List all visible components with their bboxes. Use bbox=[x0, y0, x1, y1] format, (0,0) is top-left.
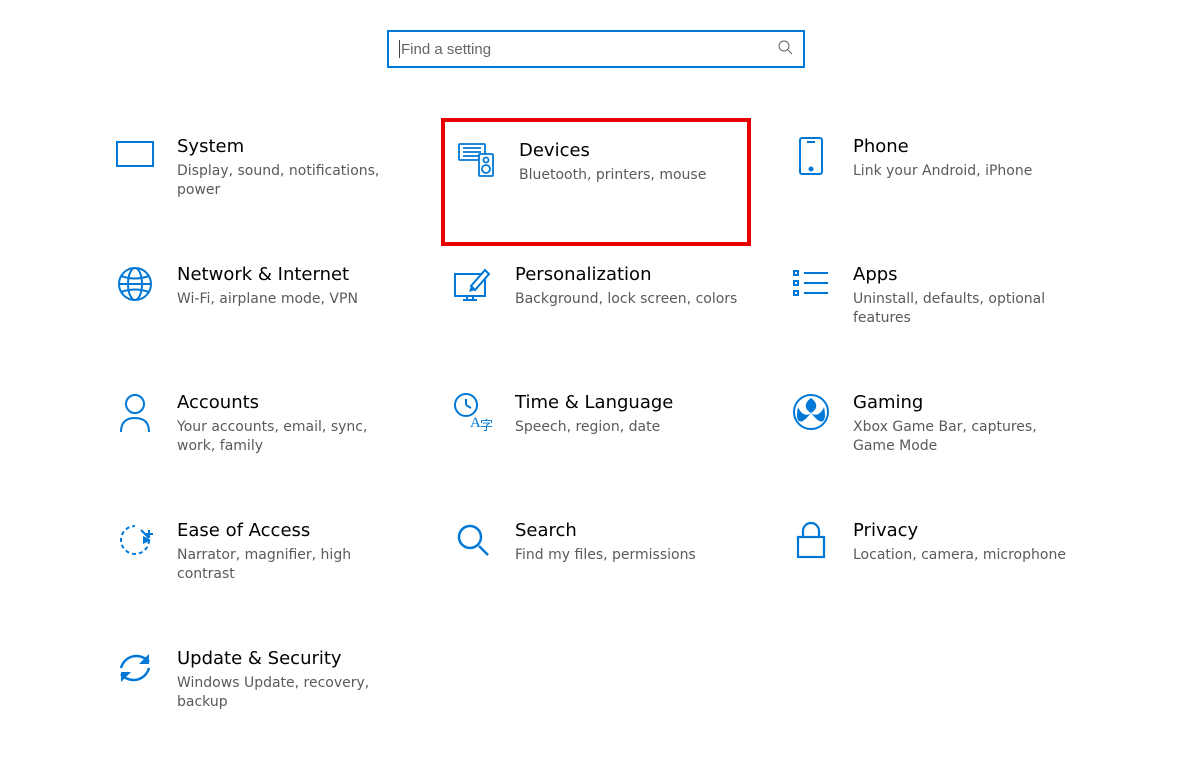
tile-desc: Link your Android, iPhone bbox=[853, 162, 1079, 181]
lock-icon bbox=[791, 520, 831, 560]
search-box[interactable] bbox=[387, 30, 805, 68]
tile-text: Time & Language Speech, region, date bbox=[515, 392, 741, 437]
tile-search[interactable]: Search Find my files, permissions bbox=[441, 502, 751, 630]
tile-title: Ease of Access bbox=[177, 520, 403, 542]
tile-text: Ease of Access Narrator, magnifier, high… bbox=[177, 520, 403, 584]
tile-text: Personalization Background, lock screen,… bbox=[515, 264, 741, 309]
tile-title: Apps bbox=[853, 264, 1079, 286]
tile-title: Search bbox=[515, 520, 741, 542]
tile-apps[interactable]: Apps Uninstall, defaults, optional featu… bbox=[779, 246, 1089, 374]
tile-title: Phone bbox=[853, 136, 1079, 158]
tile-ease[interactable]: Ease of Access Narrator, magnifier, high… bbox=[103, 502, 413, 630]
tile-title: Privacy bbox=[853, 520, 1079, 542]
tile-text: Phone Link your Android, iPhone bbox=[853, 136, 1079, 181]
tile-accounts[interactable]: Accounts Your accounts, email, sync, wor… bbox=[103, 374, 413, 502]
tile-desc: Display, sound, notifications, power bbox=[177, 162, 403, 200]
search-wrap bbox=[0, 30, 1192, 68]
svg-text:字: 字 bbox=[480, 418, 493, 432]
tile-desc: Background, lock screen, colors bbox=[515, 290, 741, 309]
tile-title: Gaming bbox=[853, 392, 1079, 414]
tile-text: Update & Security Windows Update, recove… bbox=[177, 648, 403, 712]
tile-text: Devices Bluetooth, printers, mouse bbox=[519, 140, 737, 185]
tile-devices[interactable]: Devices Bluetooth, printers, mouse bbox=[441, 118, 751, 246]
tile-text: Search Find my files, permissions bbox=[515, 520, 741, 565]
time-language-icon: A 字 bbox=[453, 392, 493, 432]
tile-desc: Your accounts, email, sync, work, family bbox=[177, 418, 403, 456]
apps-icon bbox=[791, 264, 831, 304]
tile-title: Time & Language bbox=[515, 392, 741, 414]
tile-desc: Find my files, permissions bbox=[515, 546, 741, 565]
search-input[interactable] bbox=[399, 40, 777, 59]
tile-time[interactable]: A 字 Time & Language Speech, region, date bbox=[441, 374, 751, 502]
magnifier-icon bbox=[453, 520, 493, 560]
tile-gaming[interactable]: Gaming Xbox Game Bar, captures, Game Mod… bbox=[779, 374, 1089, 502]
globe-icon bbox=[115, 264, 155, 304]
tile-system[interactable]: System Display, sound, notifications, po… bbox=[103, 118, 413, 246]
tile-desc: Uninstall, defaults, optional features bbox=[853, 290, 1079, 328]
system-icon bbox=[115, 136, 155, 176]
tile-text: Network & Internet Wi-Fi, airplane mode,… bbox=[177, 264, 403, 309]
tile-title: System bbox=[177, 136, 403, 158]
tile-personalization[interactable]: Personalization Background, lock screen,… bbox=[441, 246, 751, 374]
phone-icon bbox=[791, 136, 831, 176]
tile-desc: Bluetooth, printers, mouse bbox=[519, 166, 737, 185]
tile-text: System Display, sound, notifications, po… bbox=[177, 136, 403, 200]
tile-title: Personalization bbox=[515, 264, 741, 286]
tile-update[interactable]: Update & Security Windows Update, recove… bbox=[103, 630, 413, 758]
tile-title: Network & Internet bbox=[177, 264, 403, 286]
tile-text: Privacy Location, camera, microphone bbox=[853, 520, 1079, 565]
tile-text: Gaming Xbox Game Bar, captures, Game Mod… bbox=[853, 392, 1079, 456]
personalization-icon bbox=[453, 264, 493, 304]
devices-icon bbox=[457, 140, 497, 180]
tile-desc: Narrator, magnifier, high contrast bbox=[177, 546, 403, 584]
tile-privacy[interactable]: Privacy Location, camera, microphone bbox=[779, 502, 1089, 630]
tile-desc: Xbox Game Bar, captures, Game Mode bbox=[853, 418, 1079, 456]
tile-desc: Wi-Fi, airplane mode, VPN bbox=[177, 290, 403, 309]
tile-desc: Location, camera, microphone bbox=[853, 546, 1079, 565]
update-icon bbox=[115, 648, 155, 688]
ease-icon bbox=[115, 520, 155, 560]
settings-grid: System Display, sound, notifications, po… bbox=[0, 118, 1192, 758]
tile-text: Apps Uninstall, defaults, optional featu… bbox=[853, 264, 1079, 328]
tile-network[interactable]: Network & Internet Wi-Fi, airplane mode,… bbox=[103, 246, 413, 374]
tile-desc: Speech, region, date bbox=[515, 418, 741, 437]
tile-title: Devices bbox=[519, 140, 737, 162]
tile-text: Accounts Your accounts, email, sync, wor… bbox=[177, 392, 403, 456]
accounts-icon bbox=[115, 392, 155, 432]
tile-title: Accounts bbox=[177, 392, 403, 414]
tile-title: Update & Security bbox=[177, 648, 403, 670]
gaming-icon bbox=[791, 392, 831, 432]
text-caret bbox=[399, 40, 400, 58]
tile-desc: Windows Update, recovery, backup bbox=[177, 674, 403, 712]
tile-phone[interactable]: Phone Link your Android, iPhone bbox=[779, 118, 1089, 246]
settings-home: System Display, sound, notifications, po… bbox=[0, 0, 1192, 758]
search-icon bbox=[777, 39, 793, 59]
